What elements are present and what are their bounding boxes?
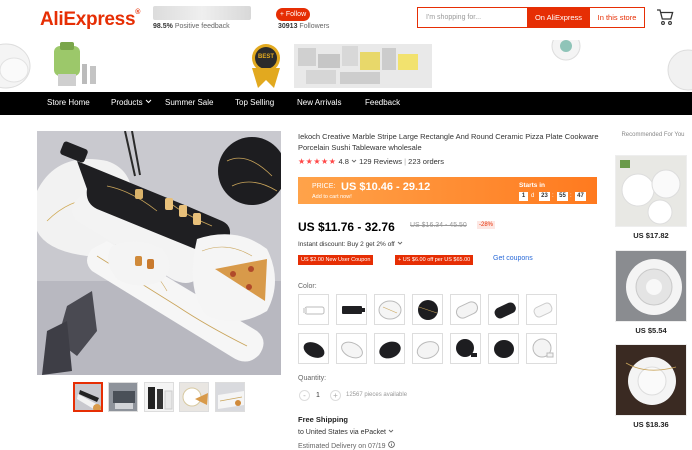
followers-count: 30913 Followers [278, 23, 329, 30]
store-nav: Store Home Products Summer Sale Top Sell… [0, 92, 692, 115]
chevron-down-icon[interactable] [351, 158, 357, 164]
nav-products-label: Products [111, 98, 143, 107]
shipping-destination[interactable]: to United States via ePacket [298, 428, 394, 436]
shipping-title: Free Shipping [298, 415, 349, 424]
quantity-input[interactable]: 1 [316, 390, 320, 401]
product-price: US $11.76 - 32.76 [298, 220, 395, 234]
recommended-item-3-price[interactable]: US $18.36 [615, 420, 687, 429]
quantity-label: Quantity: [298, 375, 327, 382]
follow-button[interactable]: + Follow [276, 8, 310, 21]
color-swatch-2[interactable] [336, 294, 367, 325]
countdown-seconds: 47 [575, 192, 586, 201]
store-feedback: 98.5% Positive feedback [153, 23, 230, 30]
thumbnail-1[interactable] [73, 382, 103, 412]
color-swatch-14[interactable] [526, 333, 557, 364]
orders-count: 223 orders [408, 157, 445, 166]
store-name-blurred[interactable] [153, 6, 251, 20]
get-coupons-link[interactable]: Get coupons [493, 255, 533, 262]
aliexpress-logo[interactable]: AliExpress® [40, 9, 140, 31]
product-main-image[interactable] [37, 131, 281, 375]
countdown-separator: : [552, 193, 554, 199]
top-header: AliExpress® 98.5% Positive feedback + Fo… [0, 0, 692, 40]
estimated-delivery: Estimated Delivery on 07/19 [298, 441, 395, 450]
nav-store-home[interactable]: Store Home [47, 92, 90, 115]
color-swatch-5[interactable] [450, 294, 481, 325]
logo-trademark: ® [135, 9, 141, 16]
color-swatch-1[interactable] [298, 294, 329, 325]
chevron-down-icon[interactable] [397, 240, 403, 246]
product-title: Iekoch Creative Marble Stripe Large Rect… [298, 132, 599, 152]
promo-price: US $10.46 - 29.12 [341, 181, 431, 193]
coupon-store[interactable]: + US $6.00 off per US $65.00 [395, 255, 474, 265]
rating-value: 4.8 [338, 157, 349, 166]
pieces-available: 12567 pieces available [346, 392, 408, 398]
original-price: US $16.34 - 45.50 [410, 222, 467, 229]
followers-label: Followers [299, 23, 330, 30]
store-banner: BEST [0, 40, 692, 92]
search-input[interactable]: I'm shopping for... [417, 7, 528, 28]
chevron-down-icon [145, 99, 151, 104]
countdown-day-label: d [531, 193, 535, 199]
best-badge: BEST [257, 54, 274, 60]
followers-value: 30913 [278, 23, 298, 30]
cart-icon[interactable] [655, 7, 675, 27]
nav-products[interactable]: Products [111, 92, 152, 115]
nav-feedback[interactable]: Feedback [365, 92, 400, 115]
countdown-hours: 23 [539, 192, 550, 201]
quantity-increase-button[interactable]: + [330, 390, 341, 401]
feedback-label: Positive feedback [174, 23, 230, 30]
recommended-item-1-image[interactable] [615, 155, 687, 227]
search-aliexpress-button[interactable]: On AliExpress [528, 7, 589, 28]
banner-graphic [0, 40, 692, 91]
starts-in-label: Starts in [519, 182, 546, 189]
coupon-new-user[interactable]: US $2.00 New User Coupon [298, 255, 374, 265]
shipping-destination-text: to United States via ePacket [298, 429, 386, 436]
nav-summer-sale[interactable]: Summer Sale [165, 92, 213, 115]
search-store-button[interactable]: In this store [589, 7, 645, 28]
star-rating-icon: ★★★★★ [298, 157, 337, 166]
nav-new-arrivals[interactable]: New Arrivals [297, 92, 341, 115]
color-swatch-8[interactable] [298, 333, 329, 364]
countdown-minutes: 55 [557, 192, 568, 201]
promo-label: PRICE: [312, 183, 336, 190]
countdown-days: 1 [519, 192, 528, 201]
color-swatch-13[interactable] [488, 333, 519, 364]
recommended-item-2-price[interactable]: US $5.54 [615, 326, 687, 335]
thumbnail-5[interactable] [215, 382, 245, 412]
recommended-item-1-price[interactable]: US $17.82 [615, 231, 687, 240]
discount-badge: -28% [477, 221, 496, 229]
color-swatch-10[interactable] [374, 333, 405, 364]
instant-discount-text: Instant discount: Buy 2 get 2% off [298, 241, 395, 248]
thumbnail-3[interactable] [144, 382, 174, 412]
color-swatch-6[interactable] [488, 294, 519, 325]
feedback-value: 98.5% [153, 23, 173, 30]
nav-top-selling[interactable]: Top Selling [235, 92, 274, 115]
rating-separator: | [404, 157, 407, 166]
reviews-count[interactable]: 129 Reviews [359, 157, 402, 166]
color-swatch-11[interactable] [412, 333, 443, 364]
logo-text: AliExpress [40, 9, 136, 30]
recommended-item-3-image[interactable] [615, 344, 687, 416]
color-swatch-4[interactable] [412, 294, 443, 325]
recommended-title: Recommended For You [621, 132, 685, 138]
chevron-down-icon [388, 429, 394, 433]
color-swatch-12[interactable] [450, 333, 481, 364]
color-swatch-7[interactable] [526, 294, 557, 325]
thumbnail-4[interactable] [179, 382, 209, 412]
color-swatch-9[interactable] [336, 333, 367, 364]
countdown-separator: : [570, 193, 572, 199]
color-label: Color: [298, 283, 317, 290]
color-swatch-3[interactable] [374, 294, 405, 325]
promo-subtitle: Add to cart now! [312, 194, 352, 200]
recommended-item-2-image[interactable] [615, 250, 687, 322]
estimated-delivery-text: Estimated Delivery on 07/19 [298, 443, 386, 450]
product-rating: ★★★★★ 4.8 129 Reviews | 223 orders [298, 157, 444, 166]
instant-discount: Instant discount: Buy 2 get 2% off [298, 240, 403, 248]
info-icon[interactable] [387, 441, 395, 448]
thumbnail-2[interactable] [108, 382, 138, 412]
quantity-decrease-button[interactable]: - [299, 390, 310, 401]
promo-banner: PRICE: US $10.46 - 29.12 Add to cart now… [298, 177, 597, 204]
